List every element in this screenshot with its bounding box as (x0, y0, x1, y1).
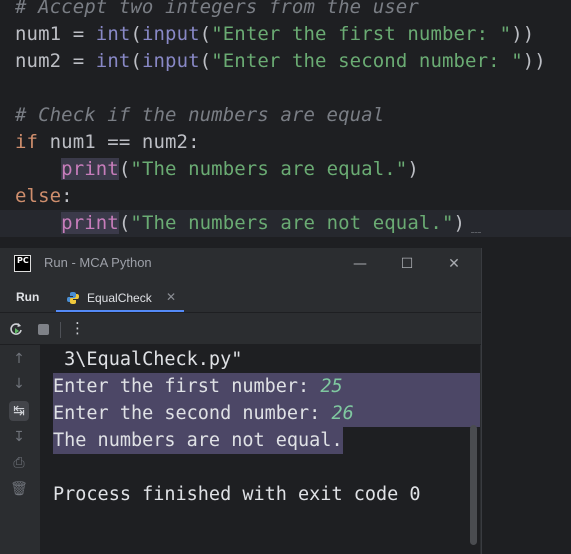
condition: num1 == num2: (38, 131, 200, 153)
string-literal: "Enter the second number: " (211, 50, 523, 72)
console-result-line: The numbers are not equal. (53, 427, 343, 454)
user-input-value: 25 (320, 376, 343, 397)
tab-close-icon[interactable]: ✕ (166, 290, 176, 304)
scroll-to-end-icon[interactable]: ↧ (9, 427, 29, 447)
code-line-num1: num1 = int(input("Enter the first number… (15, 21, 534, 48)
paren: ( (199, 50, 212, 72)
keyword-else: else (15, 185, 62, 207)
window-title: Run - MCA Python (44, 255, 152, 270)
operator: = (61, 50, 96, 72)
code-line-num2: num2 = int(input("Enter the second numbe… (15, 48, 546, 75)
builtin-print: print (61, 158, 119, 180)
run-tabs-bar: Run EqualCheck ✕ (0, 282, 481, 313)
keyword-if: if (15, 131, 39, 153)
maximize-icon[interactable]: ☐ (397, 254, 417, 274)
run-window-titlebar[interactable]: PC Run - MCA Python — ☐ ✕ (0, 248, 481, 280)
fold-marker (471, 232, 481, 235)
operator: = (61, 23, 96, 45)
string-literal: "The numbers are equal." (130, 158, 408, 180)
code-line-if: if num1 == num2: (15, 129, 200, 156)
builtin-int: int (95, 23, 131, 45)
console-side-toolbar: ↑ ↓ ↹ ↧ ⎙ 🗑 (0, 345, 40, 554)
prompt-text: Enter the second number: (53, 403, 332, 424)
paren: ( (118, 158, 131, 180)
pycharm-logo-icon: PC (14, 255, 31, 272)
down-arrow-icon[interactable]: ↓ (9, 374, 29, 394)
tab-equalcheck[interactable]: EqualCheck ✕ (56, 284, 184, 312)
console-prompt-first: Enter the first number: 25 (53, 373, 480, 400)
code-comment: # Accept two integers from the user (15, 0, 419, 18)
run-tool-window: PC Run - MCA Python — ☐ ✕ Run EqualCheck… (0, 248, 482, 554)
print-icon[interactable]: ⎙ (9, 453, 29, 473)
console-output[interactable]: 3\EqualCheck.py" Enter the first number:… (40, 345, 480, 554)
paren: ( (118, 212, 131, 234)
console-prompt-second: Enter the second number: 26 (53, 400, 480, 427)
builtin-input: input (141, 23, 200, 45)
stop-icon[interactable] (38, 324, 49, 335)
close-icon[interactable]: ✕ (444, 254, 464, 274)
builtin-print: print (61, 212, 119, 234)
paren: )) (511, 23, 535, 45)
soft-wrap-icon[interactable]: ↹ (9, 401, 29, 421)
variable: num2 (15, 50, 62, 72)
variable: num1 (15, 23, 62, 45)
builtin-input: input (141, 50, 200, 72)
paren: ( (199, 23, 212, 45)
string-literal: "The numbers are not equal." (130, 212, 454, 234)
code-comment: # Check if the numbers are equal (15, 104, 385, 126)
up-arrow-icon[interactable]: ↑ (9, 349, 29, 369)
trash-icon[interactable]: 🗑 (9, 479, 29, 499)
more-icon[interactable]: ⋮ (70, 319, 85, 337)
rerun-icon[interactable] (9, 322, 23, 336)
toolbar-separator (60, 322, 61, 338)
user-input-value: 26 (331, 403, 354, 424)
paren: ) (407, 158, 419, 180)
string-literal: "Enter the first number: " (211, 23, 512, 45)
paren: ( (130, 50, 142, 72)
paren: )) (522, 50, 546, 72)
console-exit-line: Process finished with exit code 0 (53, 484, 421, 505)
code-line-print-not-equal: print("The numbers are not equal.") (0, 210, 571, 237)
tab-equalcheck-label: EqualCheck (87, 291, 152, 305)
python-icon (67, 292, 79, 304)
console-scrollbar[interactable] (470, 425, 477, 545)
console-path-line: 3\EqualCheck.py" (53, 349, 243, 370)
paren: ( (130, 23, 142, 45)
code-editor[interactable]: # Accept two integers from the user num1… (0, 0, 571, 248)
minimize-icon[interactable]: — (350, 254, 370, 274)
builtin-int: int (95, 50, 131, 72)
colon: : (61, 185, 73, 207)
paren: ) (453, 212, 466, 234)
tab-run[interactable]: Run (16, 290, 39, 304)
code-line-else: else: (15, 183, 73, 210)
prompt-text: Enter the first number: (53, 376, 321, 397)
run-toolbar: ⋮ (0, 314, 481, 345)
code-line-print-equal: print("The numbers are equal.") (15, 156, 419, 183)
